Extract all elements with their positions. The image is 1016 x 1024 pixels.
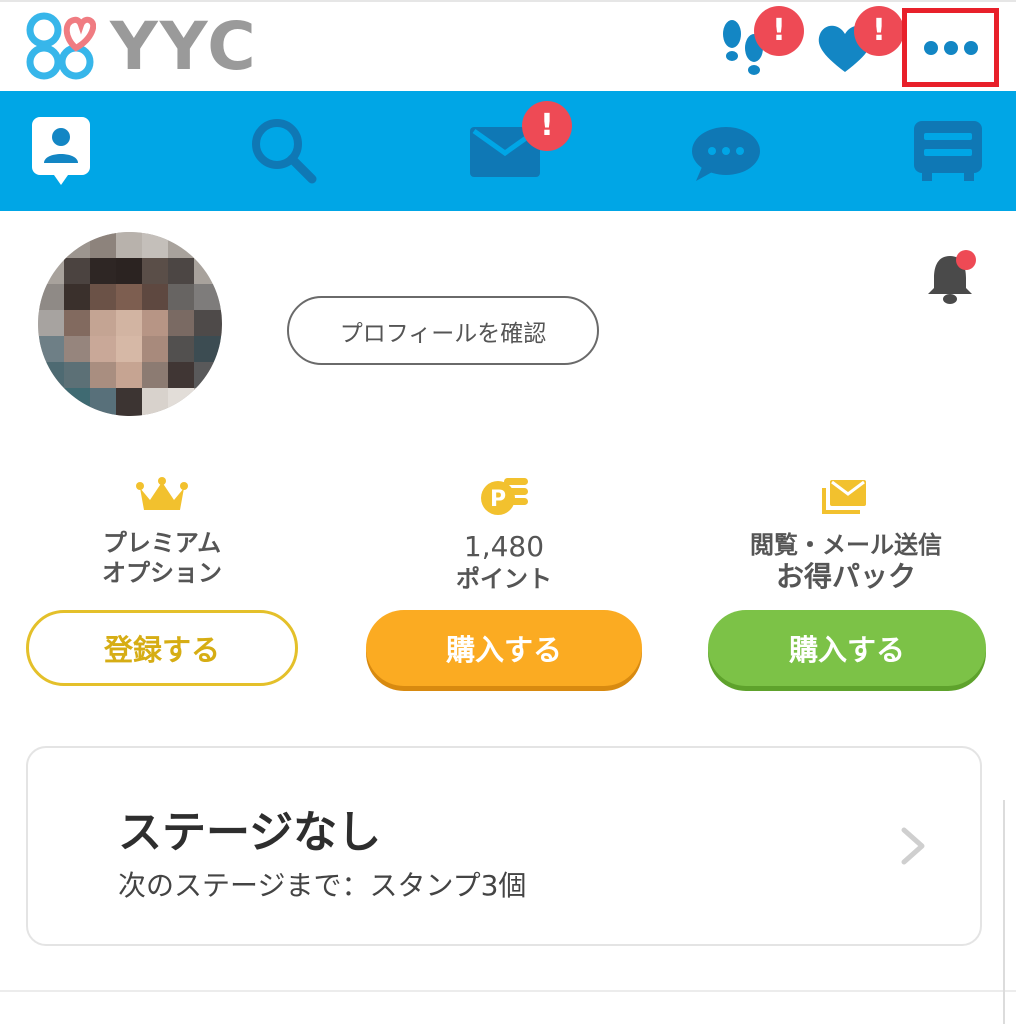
- search-icon: [252, 119, 317, 184]
- crown-icon: [136, 477, 188, 510]
- logo-text: YYC: [110, 8, 258, 85]
- points-buy-button[interactable]: 購入する: [366, 610, 642, 686]
- points-value: 1,480: [463, 530, 545, 563]
- stage-subtitle: 次のステージまで：スタンプ3個: [118, 869, 527, 902]
- more-menu-button[interactable]: [902, 8, 999, 87]
- profile-icon: [32, 117, 90, 185]
- avatar-image: [38, 232, 222, 416]
- main-nav: !: [0, 91, 1016, 211]
- top-header: YYC ! !: [0, 0, 1016, 91]
- section-divider: [0, 990, 1016, 992]
- stage-card[interactable]: ステージなし 次のステージまで：スタンプ3個: [26, 746, 982, 946]
- premium-label-line1: プレミアム: [102, 529, 222, 557]
- avatar[interactable]: [38, 232, 222, 416]
- points-coin-icon: P: [481, 478, 528, 515]
- premium-label-line2: オプション: [102, 559, 222, 587]
- chat-icon: [692, 127, 760, 181]
- nav-item-mail[interactable]: !: [464, 91, 574, 211]
- stage-title: ステージなし: [118, 807, 382, 858]
- nav-item-board[interactable]: [906, 91, 990, 211]
- pack-label-line2: お得パック: [775, 560, 916, 593]
- premium-column: プレミアム オプション: [12, 472, 312, 588]
- more-icon: [923, 40, 978, 55]
- footprints-badge: !: [754, 6, 804, 56]
- svg-text:P: P: [490, 487, 506, 512]
- board-icon: [914, 121, 982, 181]
- nav-item-chat[interactable]: [688, 91, 768, 211]
- notification-button[interactable]: [922, 248, 982, 308]
- mail-badge: !: [522, 101, 572, 151]
- chevron-right-icon: [901, 827, 925, 865]
- clover-logo-icon: [26, 12, 96, 80]
- premium-register-button[interactable]: 登録する: [26, 610, 298, 686]
- likes-badge: !: [854, 6, 904, 56]
- mail-pack-icon: [822, 480, 866, 514]
- bell-icon: [928, 250, 976, 304]
- profile-check-button[interactable]: プロフィールを確認: [287, 296, 599, 365]
- pack-column: 閲覧・メール送信 お得パック: [696, 472, 996, 594]
- points-label: ポイント: [456, 565, 552, 593]
- pack-label-line1: 閲覧・メール送信: [750, 531, 942, 559]
- nav-item-profile[interactable]: [18, 91, 108, 211]
- pack-buy-button[interactable]: 購入する: [708, 610, 986, 686]
- points-column: P 1,480 ポイント: [354, 472, 654, 594]
- nav-item-search[interactable]: [240, 91, 330, 211]
- side-edge-line: [1003, 800, 1005, 1024]
